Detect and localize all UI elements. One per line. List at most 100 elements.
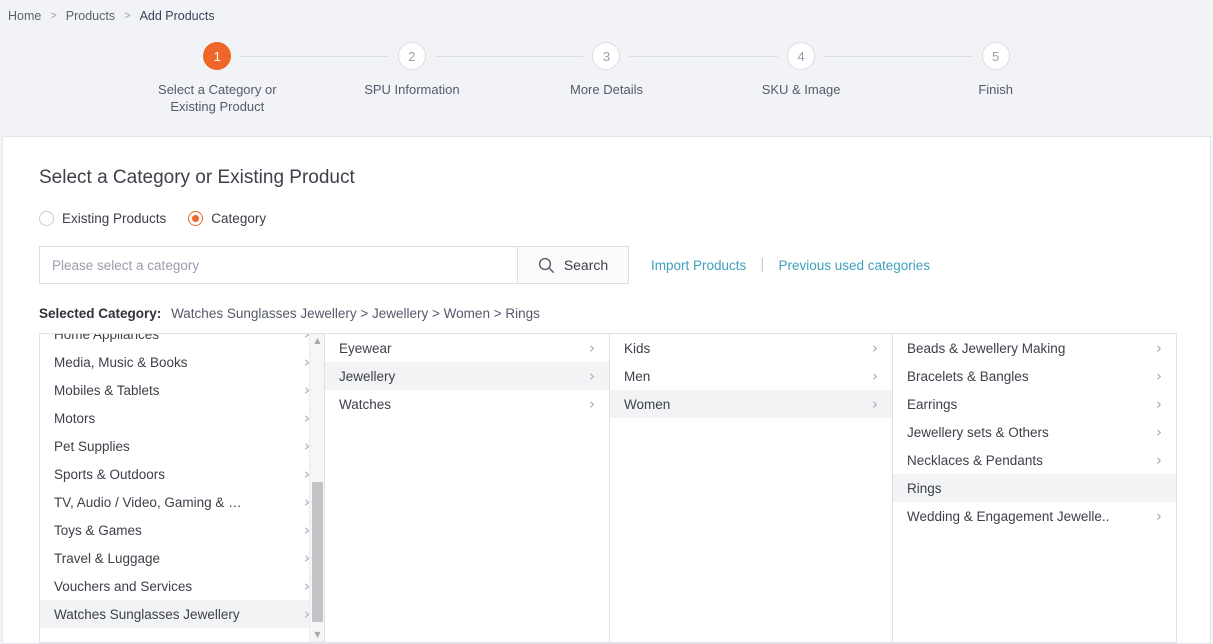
progress-stepper: 1 Select a Category or Existing Product 2 S…	[0, 32, 1213, 132]
category-item[interactable]: Kids ›	[610, 334, 892, 362]
category-item-label: Wedding & Engagement Jewelle..	[907, 508, 1110, 524]
category-item-label: Watches	[339, 396, 392, 412]
category-browser: Home Appliances›Media, Music & Books›Mob…	[39, 333, 1177, 643]
step-connector-line	[434, 56, 584, 57]
step-5[interactable]: 5 Finish	[898, 42, 1093, 115]
category-item[interactable]: Watches Sunglasses Jewellery ›	[40, 600, 324, 628]
search-box: Search	[39, 246, 629, 284]
category-item-label: Beads & Jewellery Making	[907, 340, 1066, 356]
category-item[interactable]: Pet Supplies ›	[40, 432, 324, 460]
category-item[interactable]: Jewellery ›	[325, 362, 609, 390]
category-item-label: Eyewear	[339, 340, 392, 356]
category-item-label: Jewellery	[339, 368, 396, 384]
step-connector-line	[824, 56, 973, 57]
category-item[interactable]: Watches ›	[325, 390, 609, 418]
category-item[interactable]: Vouchers and Services ›	[40, 572, 324, 600]
category-item-label: Watches Sunglasses Jewellery	[54, 606, 240, 622]
chevron-right-icon: ›	[589, 338, 595, 357]
category-item[interactable]: Women ›	[610, 390, 892, 418]
search-button[interactable]: Search	[517, 246, 629, 284]
category-item[interactable]: Motors ›	[40, 404, 324, 432]
category-item-label: Mobiles & Tablets	[54, 382, 160, 398]
chevron-right-icon: ›	[1156, 394, 1162, 413]
radio-category[interactable]: Category	[188, 211, 266, 226]
source-type-radio-group: Existing Products Category	[39, 211, 1174, 226]
breadcrumb-separator: >	[50, 10, 57, 22]
scrollbar-thumb[interactable]	[312, 482, 323, 622]
category-item[interactable]: Eyewear ›	[325, 334, 609, 362]
category-column-4: Beads & Jewellery Making › Bracelets & Ban…	[893, 334, 1176, 642]
link-divider: |	[760, 256, 765, 273]
chevron-right-icon: ›	[1156, 506, 1162, 525]
category-item[interactable]: Jewellery sets & Others ›	[893, 418, 1176, 446]
chevron-right-icon: ›	[872, 366, 878, 385]
chevron-right-icon: ›	[1156, 366, 1162, 385]
step-3[interactable]: 3 More Details	[509, 42, 779, 115]
chevron-right-icon: ›	[872, 394, 878, 413]
category-item[interactable]: Wedding & Engagement Jewelle.. ›	[893, 502, 1176, 530]
radio-label: Existing Products	[62, 211, 167, 226]
category-item[interactable]: Necklaces & Pendants ›	[893, 446, 1176, 474]
selected-category-label: Selected Category:	[39, 306, 162, 321]
search-input[interactable]	[39, 246, 517, 284]
link-previous-used-categories[interactable]: Previous used categories	[778, 258, 930, 273]
category-item-label: Media, Music & Books	[54, 354, 188, 370]
chevron-right-icon: ›	[1156, 422, 1162, 441]
category-item[interactable]: Beads & Jewellery Making ›	[893, 334, 1176, 362]
radio-existing-products[interactable]: Existing Products	[39, 211, 166, 226]
category-item[interactable]: Sports & Outdoors ›	[40, 460, 324, 488]
chevron-right-icon: ›	[1156, 338, 1162, 357]
step-label: Select a Category or Existing Product	[158, 82, 277, 114]
search-icon	[538, 257, 555, 274]
category-item[interactable]: TV, Audio / Video, Gaming & … ›	[40, 488, 324, 516]
breadcrumb-item-home[interactable]: Home	[8, 9, 41, 23]
category-item[interactable]: Mobiles & Tablets ›	[40, 376, 324, 404]
category-item[interactable]: Rings›	[893, 474, 1176, 502]
category-list: Home Appliances›Media, Music & Books›Mob…	[40, 334, 324, 628]
link-import-products[interactable]: Import Products	[651, 258, 746, 273]
scroll-up-arrow-icon[interactable]: ▲	[310, 334, 324, 348]
step-number-badge: 3	[592, 42, 621, 70]
step-number-badge: 5	[981, 42, 1010, 70]
category-item[interactable]: Media, Music & Books ›	[40, 348, 324, 376]
quick-links: Import Products | Previous used categories	[651, 256, 930, 274]
category-item[interactable]: Toys & Games ›	[40, 516, 324, 544]
scroll-down-arrow-icon[interactable]: ▼	[310, 628, 324, 642]
breadcrumb-separator: >	[124, 10, 131, 22]
category-item-label: Home Appliances	[54, 334, 160, 342]
breadcrumb: Home > Products > Add Products	[0, 0, 1213, 32]
category-item-label: Women	[624, 396, 671, 412]
category-item-label: Sports & Outdoors	[54, 466, 166, 482]
selected-category-line: Selected Category: Watches Sunglasses Je…	[39, 306, 1174, 321]
step-2[interactable]: 2 SPU Information	[315, 42, 584, 115]
category-item[interactable]: Travel & Luggage ›	[40, 544, 324, 572]
step-connector-line	[629, 56, 779, 57]
chevron-right-icon: ›	[589, 394, 595, 413]
step-number-badge: 2	[397, 42, 426, 70]
category-item-label: Jewellery sets & Others	[907, 424, 1049, 440]
radio-mark-icon	[188, 211, 204, 226]
category-item-label: Kids	[624, 340, 651, 356]
category-item[interactable]: Men ›	[610, 362, 892, 390]
search-button-label: Search	[563, 257, 609, 273]
category-item[interactable]: Home Appliances›	[40, 334, 324, 348]
step-number-badge: 1	[203, 42, 232, 70]
category-item-label: Men	[624, 368, 651, 384]
step-number-badge: 4	[787, 42, 816, 70]
step-4[interactable]: 4 SKU & Image	[704, 42, 973, 115]
step-1[interactable]: 1 Select a Category or Existing Product	[120, 42, 389, 115]
selected-category-value: Watches Sunglasses Jewellery > Jewellery…	[171, 306, 540, 321]
breadcrumb-item-products[interactable]: Products	[66, 9, 115, 23]
search-row: Search Import Products | Previous used cat…	[39, 246, 1174, 284]
chevron-right-icon: ›	[872, 338, 878, 357]
category-item[interactable]: Bracelets & Bangles ›	[893, 362, 1176, 390]
radio-label: Category	[211, 211, 267, 226]
category-item-label: Necklaces & Pendants	[907, 452, 1043, 468]
step-label: More Details	[570, 82, 643, 97]
category-item-label: Pet Supplies	[54, 438, 130, 454]
radio-mark-icon	[39, 211, 54, 226]
category-scrollbar[interactable]: ▲ ▼	[309, 334, 324, 642]
category-item[interactable]: Earrings ›	[893, 390, 1176, 418]
chevron-right-icon: ›	[589, 366, 595, 385]
category-item-label: Earrings	[907, 396, 958, 412]
